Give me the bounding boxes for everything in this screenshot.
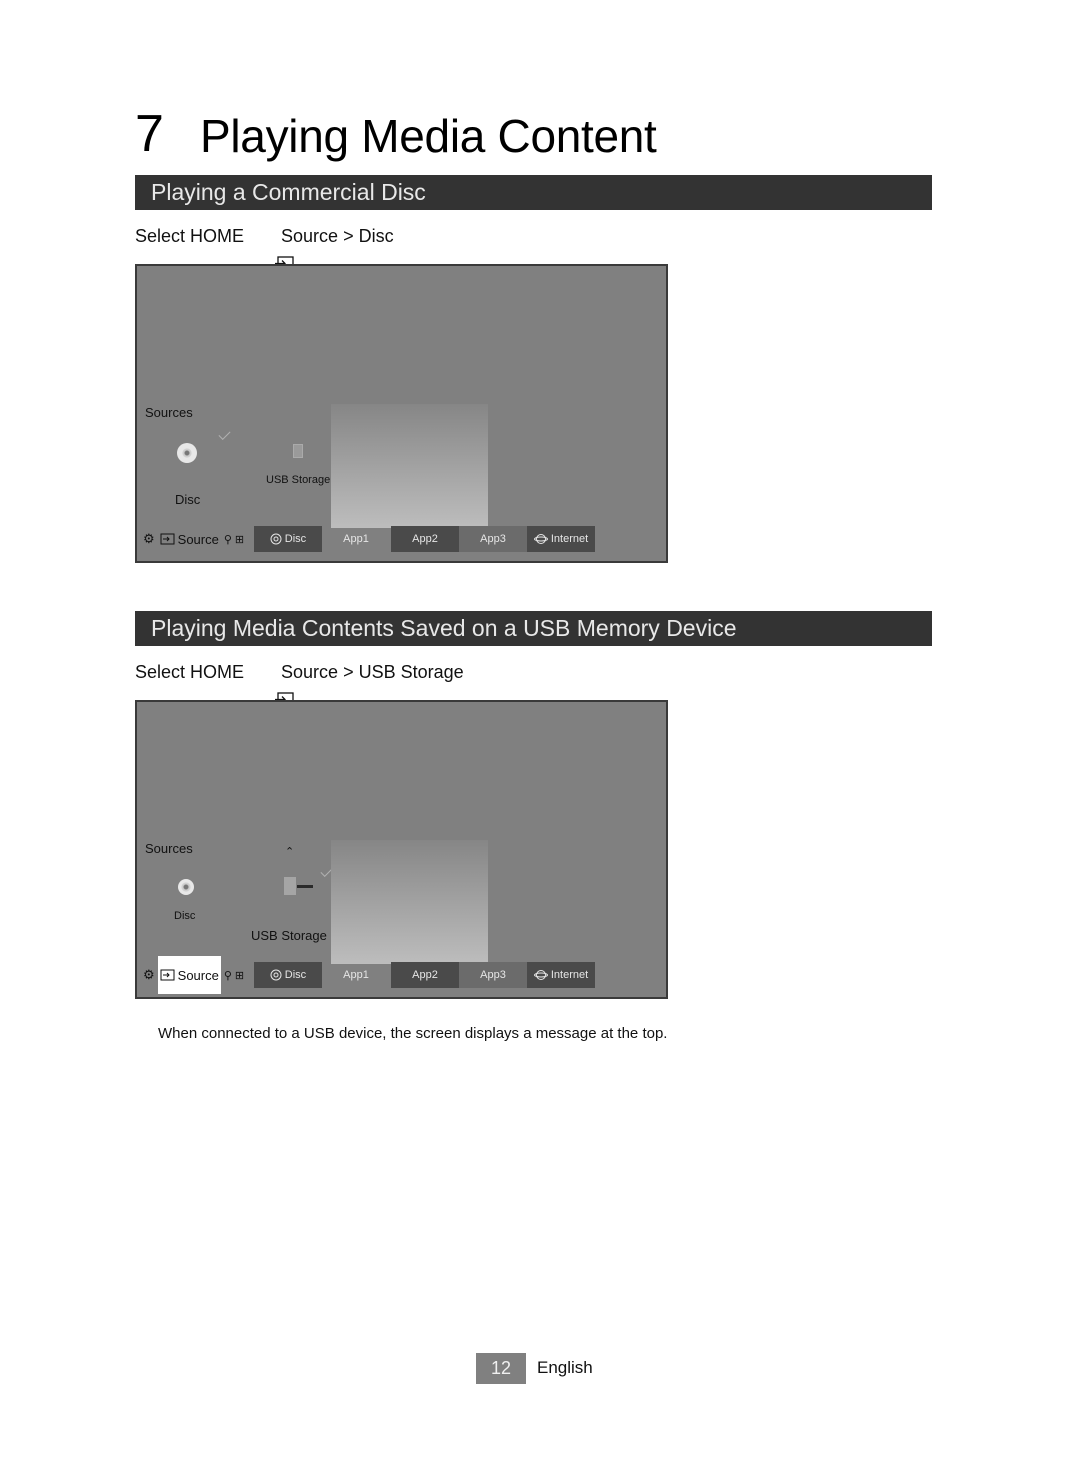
gear-icon[interactable]: ⚙ (143, 967, 155, 983)
taskbar-button-internet[interactable]: Internet (527, 962, 595, 988)
grid-icon[interactable]: ⊞ (235, 533, 244, 546)
button-label: App3 (480, 969, 506, 981)
taskbar-button-app3[interactable]: App3 (459, 526, 527, 552)
button-label: Disc (284, 533, 307, 545)
source-button[interactable]: Source (158, 520, 221, 558)
page-number: 12 (476, 1353, 526, 1384)
input-source-icon (160, 533, 175, 545)
page-language: English (537, 1358, 593, 1377)
input-source-icon (254, 229, 294, 271)
taskbar-button-app2[interactable]: App2 (391, 962, 459, 988)
taskbar-button-app3[interactable]: App3 (459, 962, 527, 988)
preview-panel (331, 404, 488, 528)
sources-label: Sources (145, 841, 193, 856)
input-source-icon (254, 665, 294, 707)
disc-icon (270, 533, 282, 545)
instruction-path: Source > USB Storage (281, 662, 464, 682)
chapter-number: 7 (135, 105, 164, 163)
disc-icon[interactable] (178, 879, 194, 895)
source-item-usb-storage[interactable]: USB Storage (266, 474, 330, 486)
chevron-up-icon[interactable]: ⌃ (285, 845, 294, 858)
globe-icon (533, 534, 548, 544)
taskbar-button-internet[interactable]: Internet (527, 526, 595, 552)
button-label: Internet (550, 533, 589, 545)
source-button-selected[interactable]: Source (157, 956, 221, 994)
taskbar-left: ⚙ Source ⚲ ⊞ (143, 956, 244, 994)
source-item-usb-storage[interactable]: USB Storage (251, 928, 327, 943)
checkmark-icon (218, 427, 231, 441)
instruction-line: Select HOME Source > USB Storage (135, 660, 464, 707)
sources-label: Sources (145, 405, 193, 420)
instruction-line: Select HOME Source > Disc (135, 224, 394, 271)
button-label: Disc (284, 969, 307, 981)
button-label: App3 (480, 533, 506, 545)
preview-panel (331, 840, 488, 964)
section-header-usb: Playing Media Contents Saved on a USB Me… (135, 611, 932, 646)
taskbar-button-app2[interactable]: App2 (391, 526, 459, 552)
source-label: Source (177, 967, 219, 983)
section-header-commercial-disc: Playing a Commercial Disc (135, 175, 932, 210)
taskbar-left: ⚙ Source ⚲ ⊞ (143, 526, 244, 552)
tv-screen-disc: Sources Disc USB Storage ⚙ Source ⚲ ⊞ Di… (135, 264, 668, 563)
chapter-title: Playing Media Content (200, 110, 657, 162)
source-label: Source (177, 531, 219, 547)
disc-icon[interactable] (177, 443, 197, 463)
gear-icon[interactable]: ⚙ (143, 531, 155, 547)
button-label: App1 (343, 533, 369, 545)
taskbar-button-app1[interactable]: App1 (322, 526, 390, 552)
input-source-icon (160, 969, 175, 981)
button-label: Internet (550, 969, 589, 981)
source-item-disc[interactable]: Disc (175, 492, 200, 507)
taskbar-button-disc[interactable]: Disc (254, 962, 322, 988)
usb-drive-icon[interactable] (284, 877, 296, 895)
button-label: App1 (343, 969, 369, 981)
tv-screen-usb: Sources ⌃ Disc USB Storage ⚙ Source ⚲ ⊞ … (135, 700, 668, 999)
usb-note: When connected to a USB device, the scre… (158, 1025, 668, 1042)
search-icon[interactable]: ⚲ (224, 969, 232, 982)
disc-icon (270, 969, 282, 981)
button-label: App2 (412, 969, 438, 981)
usb-connector (297, 885, 313, 888)
instruction-prefix: Select HOME (135, 662, 245, 682)
taskbar: ⚙ Source ⚲ ⊞ Disc App1 App2 App3 Interne… (137, 956, 666, 994)
taskbar-button-app1[interactable]: App1 (322, 962, 390, 988)
button-label: App2 (412, 533, 438, 545)
source-item-disc[interactable]: Disc (174, 910, 195, 922)
grid-icon[interactable]: ⊞ (235, 969, 244, 982)
taskbar: ⚙ Source ⚲ ⊞ Disc App1 App2 App3 Interne… (137, 526, 666, 552)
globe-icon (533, 970, 548, 980)
taskbar-button-disc[interactable]: Disc (254, 526, 322, 552)
usb-drive-icon[interactable] (293, 444, 303, 458)
search-icon[interactable]: ⚲ (224, 533, 232, 546)
instruction-prefix: Select HOME (135, 226, 245, 246)
instruction-path: Source > Disc (281, 226, 394, 246)
